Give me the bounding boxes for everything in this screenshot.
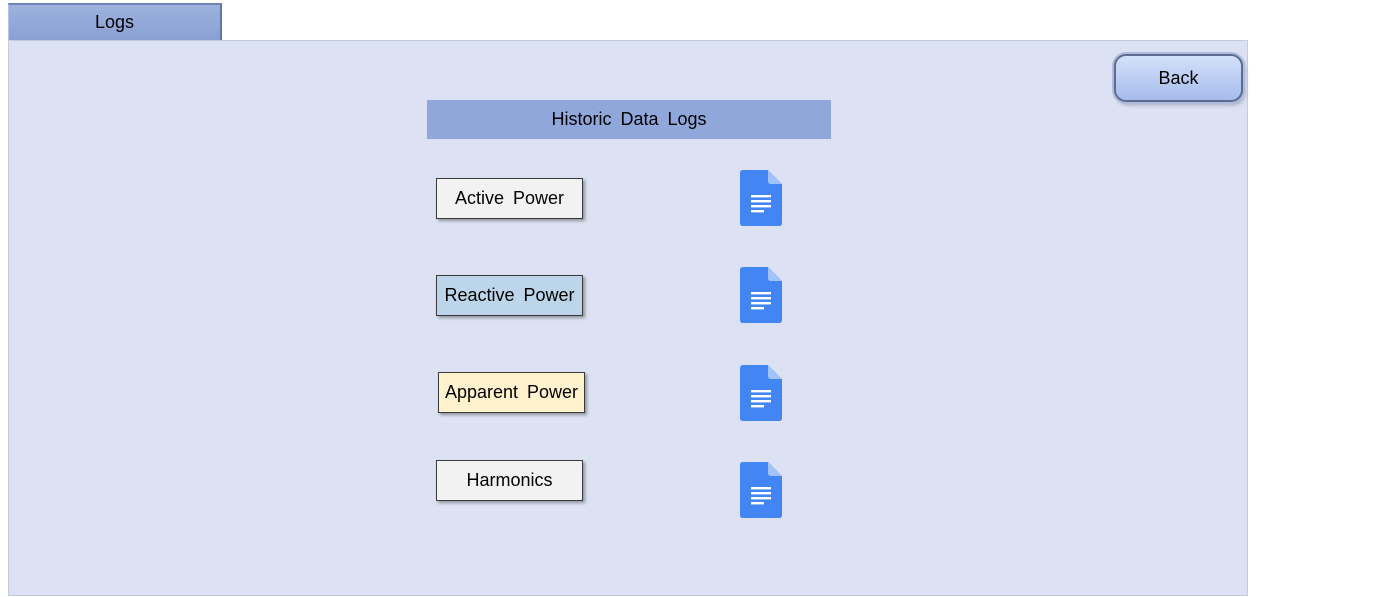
harmonics-label: Harmonics xyxy=(466,470,553,490)
section-header: Historic Data Logs xyxy=(427,100,831,139)
harmonics-button[interactable]: Harmonics xyxy=(436,460,583,501)
tab-logs-label: Logs xyxy=(94,12,135,32)
document-icon[interactable] xyxy=(740,170,782,226)
document-icon[interactable] xyxy=(740,365,782,421)
tab-logs[interactable]: Logs xyxy=(8,3,222,40)
active-power-button[interactable]: Active Power xyxy=(436,178,583,219)
back-button-label: Back xyxy=(1158,67,1199,88)
active-power-label: Active Power xyxy=(454,188,565,208)
apparent-power-button[interactable]: Apparent Power xyxy=(438,372,585,413)
reactive-power-label: Reactive Power xyxy=(444,285,575,305)
document-icon[interactable] xyxy=(740,267,782,323)
reactive-power-button[interactable]: Reactive Power xyxy=(436,275,583,316)
back-button[interactable]: Back xyxy=(1114,54,1243,102)
document-icon[interactable] xyxy=(740,462,782,518)
apparent-power-label: Apparent Power xyxy=(444,382,579,402)
section-title: Historic Data Logs xyxy=(551,109,707,129)
